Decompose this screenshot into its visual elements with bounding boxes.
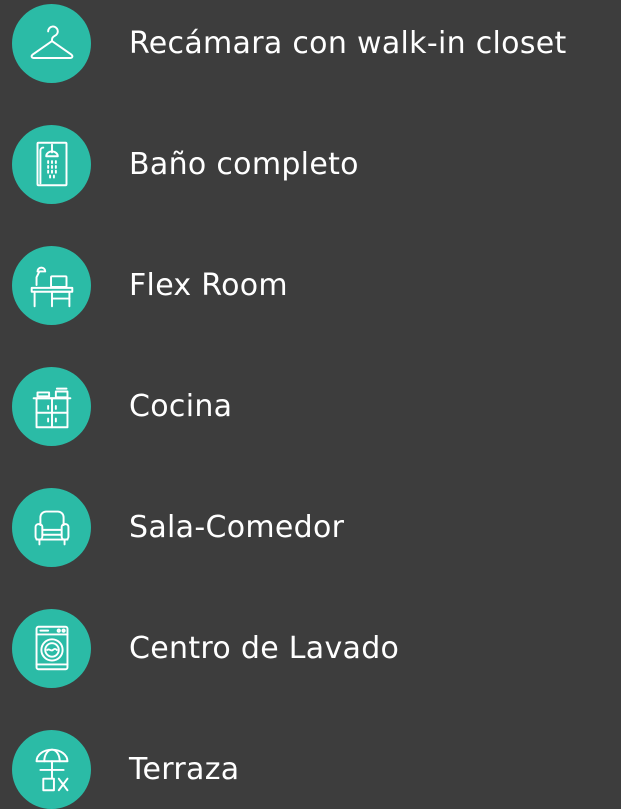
icon-badge	[12, 729, 91, 809]
amenity-label: Terraza	[129, 751, 240, 787]
patio-umbrella-icon	[35, 748, 68, 792]
shower-icon	[36, 141, 67, 187]
amenity-label: Centro de Lavado	[129, 630, 400, 666]
amenity-label: Recámara con walk-in closet	[129, 25, 567, 61]
amenity-label: Baño completo	[129, 146, 359, 182]
amenity-label: Sala-Comedor	[129, 509, 345, 545]
amenity-label: Flex Room	[129, 267, 288, 303]
kitchen-icon	[32, 387, 71, 429]
icon-badge	[12, 3, 91, 83]
icon-badge	[12, 124, 91, 204]
amenity-item-bedroom: Recámara con walk-in closet	[12, 3, 621, 83]
amenities-list: Recámara con walk-in closet Baño complet…	[0, 0, 621, 809]
armchair-icon	[34, 510, 69, 546]
icon-badge	[12, 245, 91, 325]
amenity-item-bathroom: Baño completo	[12, 124, 621, 204]
amenity-item-living-dining: Sala-Comedor	[12, 487, 621, 567]
amenity-item-kitchen: Cocina	[12, 366, 621, 446]
icon-badge	[12, 608, 91, 688]
icon-badge	[12, 366, 91, 446]
amenity-item-laundry: Centro de Lavado	[12, 608, 621, 688]
icon-badge	[12, 487, 91, 567]
washing-machine-icon	[35, 625, 68, 671]
desk-icon	[30, 266, 73, 308]
amenity-label: Cocina	[129, 388, 233, 424]
amenity-item-flex-room: Flex Room	[12, 245, 621, 325]
hanger-icon	[30, 25, 73, 59]
amenity-item-terrace: Terraza	[12, 729, 621, 809]
